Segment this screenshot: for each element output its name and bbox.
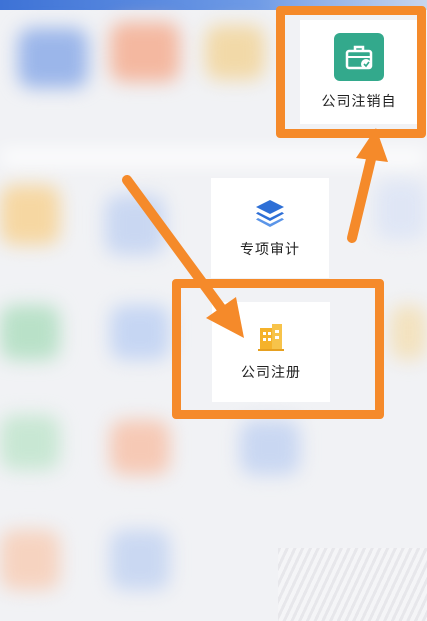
arrow-to-deregistration [347, 128, 388, 243]
arrow-to-registration [122, 175, 244, 338]
annotation-arrows [122, 128, 388, 338]
watermark-pattern [278, 548, 427, 621]
